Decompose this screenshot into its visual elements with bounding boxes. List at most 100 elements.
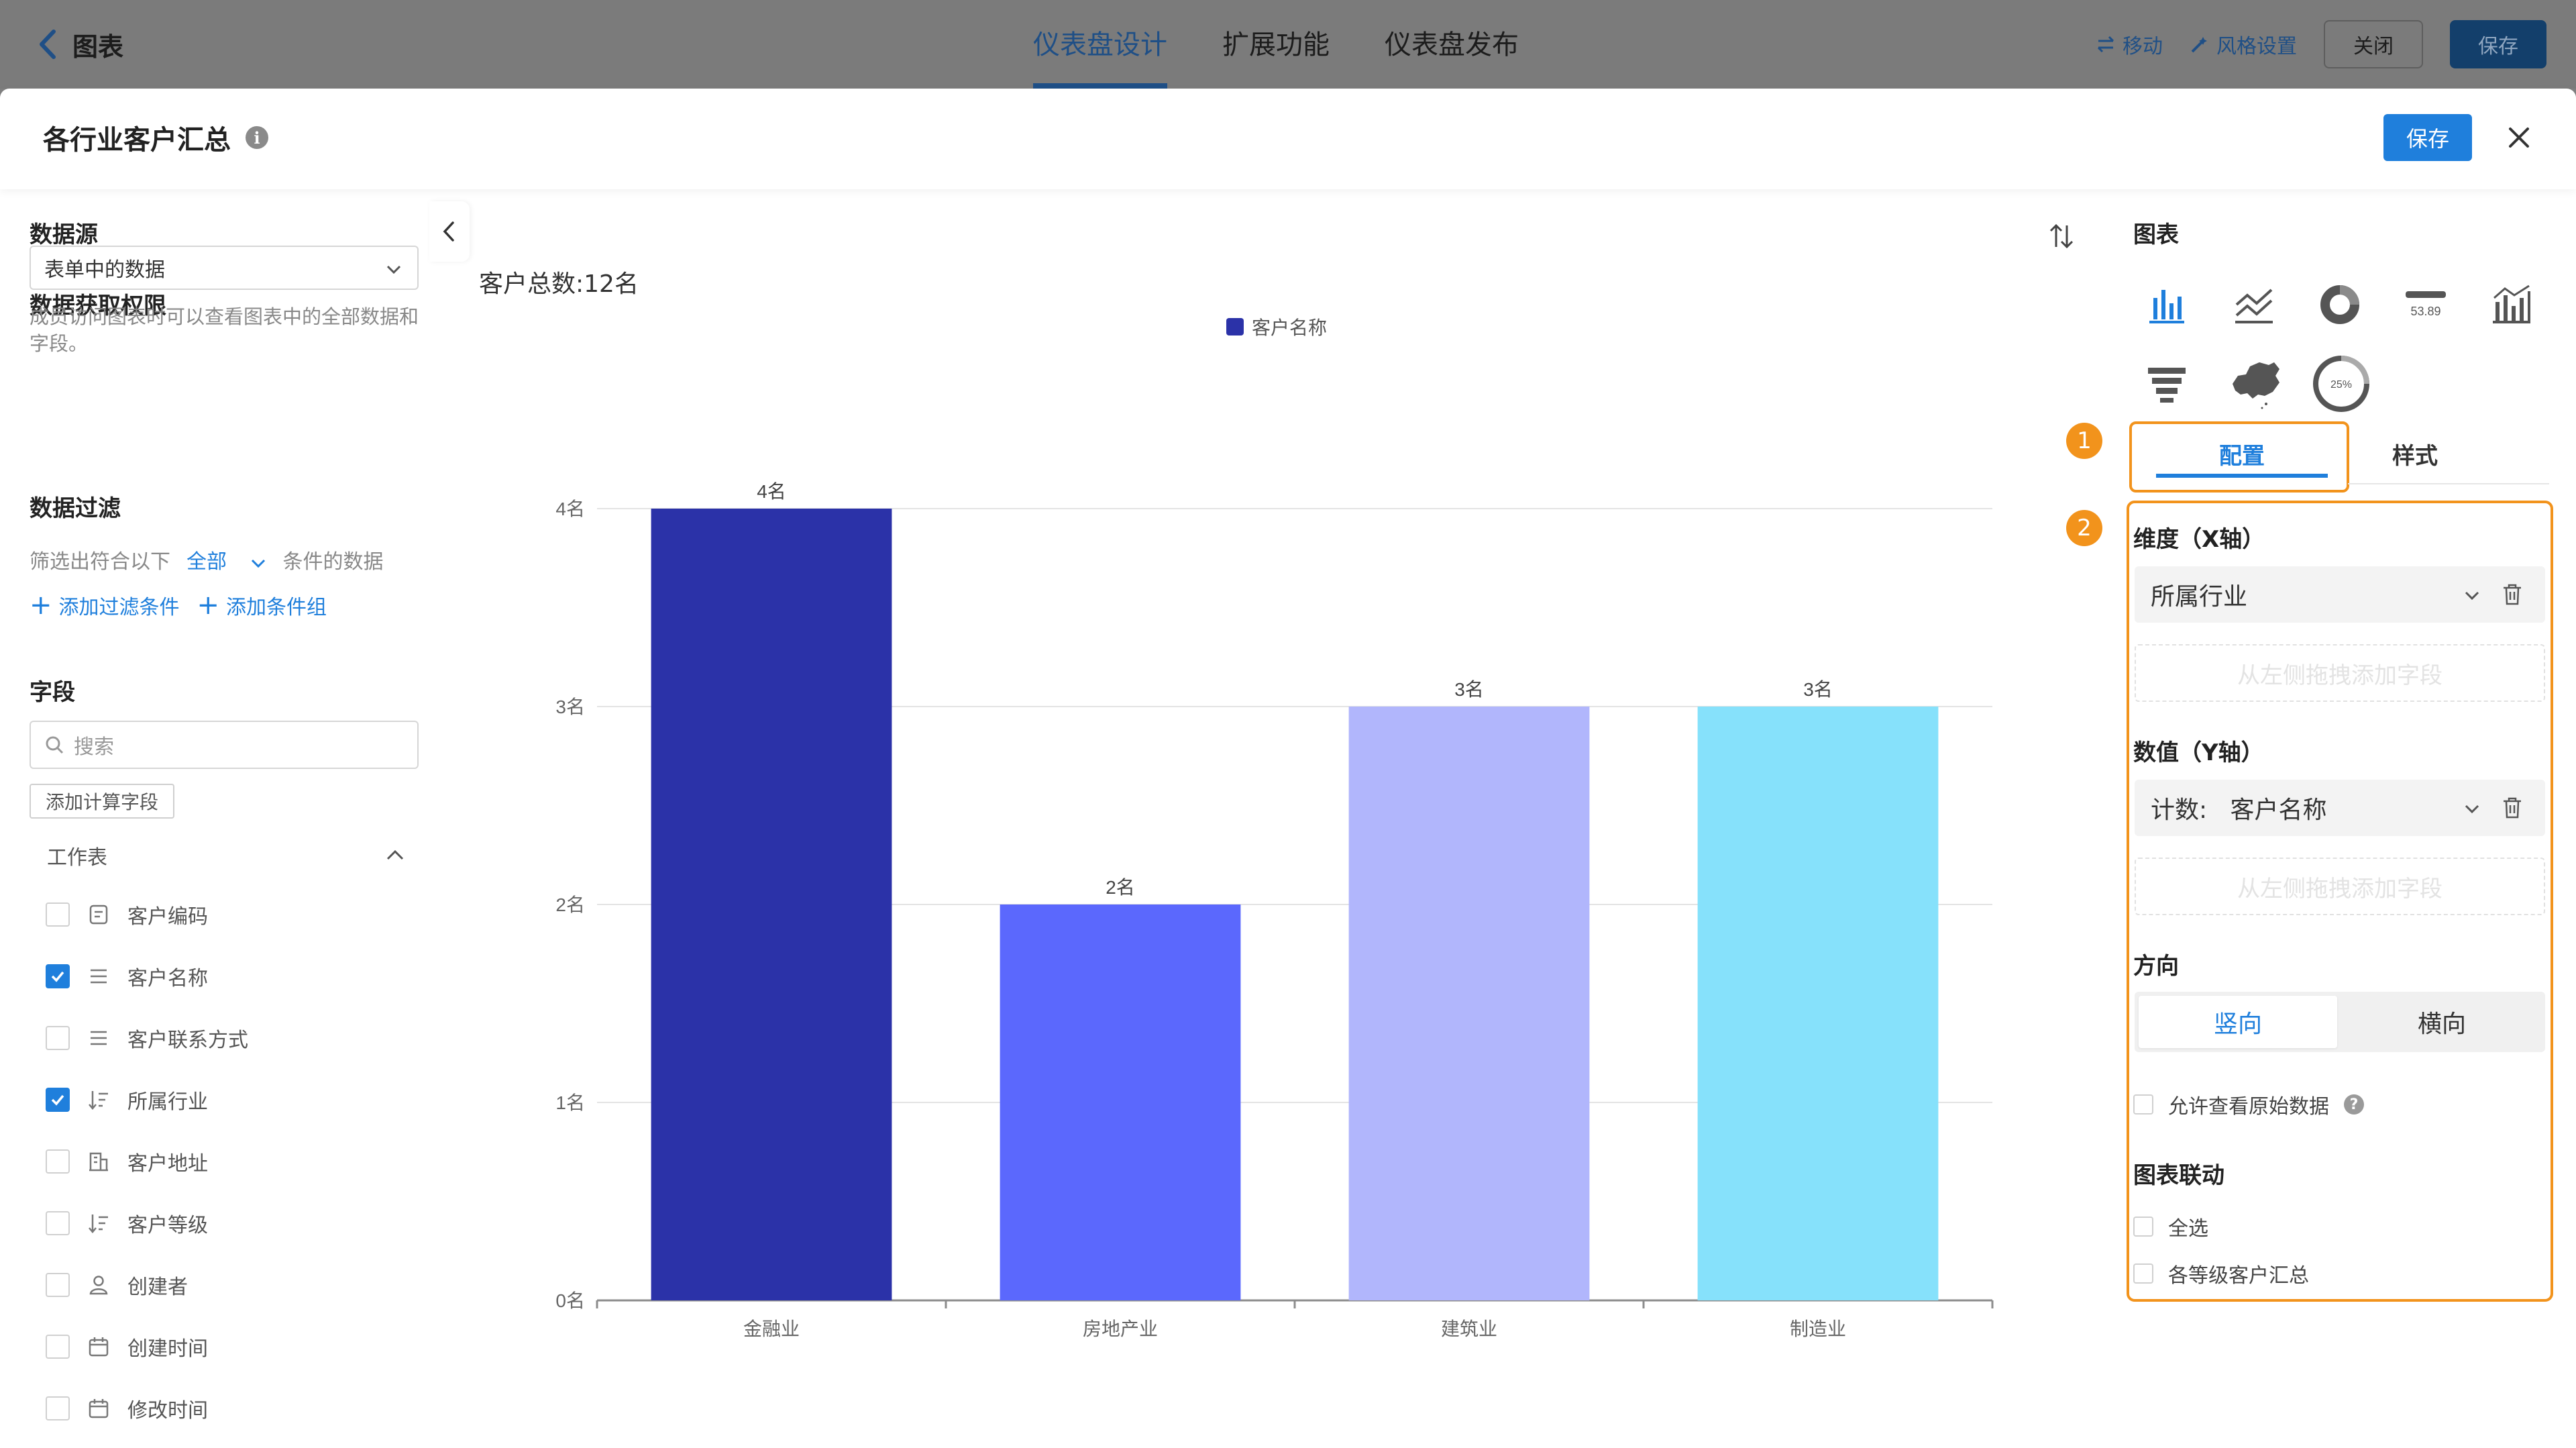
sort-list-icon — [89, 1091, 108, 1110]
x-tick-label: 房地产业 — [1083, 1318, 1158, 1339]
tab-style[interactable]: 样式 — [2355, 437, 2475, 478]
back-button[interactable]: 图表 — [38, 24, 123, 64]
field-checkbox[interactable] — [46, 1396, 70, 1420]
progress-ring-icon[interactable]: 25% — [2310, 353, 2372, 415]
line-chart-icon[interactable] — [2227, 278, 2281, 331]
field-checkbox[interactable] — [46, 1026, 70, 1050]
filter-mode-select[interactable]: 全部 — [186, 545, 267, 574]
donut-chart-icon[interactable] — [2313, 278, 2367, 331]
permission-select[interactable]: 表单中的数据 — [30, 246, 419, 290]
dimension-field[interactable]: 所属行业 — [2135, 566, 2545, 623]
close-button[interactable]: 关闭 — [2324, 20, 2423, 68]
field-label: 创建者 — [127, 1276, 188, 1299]
save-button[interactable]: 保存 — [2450, 20, 2546, 68]
select-all-checkbox[interactable] — [2133, 1217, 2153, 1237]
x-tick-label: 金融业 — [743, 1318, 800, 1339]
filter-mode-label: 全部 — [186, 550, 227, 574]
modal-save-button[interactable]: 保存 — [2383, 114, 2472, 161]
chart-name-text[interactable]: 各行业客户汇总 — [43, 118, 231, 157]
chevron-down-icon[interactable] — [2463, 800, 2481, 817]
field-checkbox[interactable] — [46, 1149, 70, 1174]
info-icon[interactable]: i — [246, 126, 268, 149]
number-card-icon[interactable]: 53.89 — [2399, 278, 2453, 331]
field-checkbox[interactable] — [46, 1211, 70, 1235]
text-lines-icon — [91, 1031, 107, 1045]
add-condition-group-button[interactable]: + 添加条件组 — [197, 590, 327, 620]
select-all-label: 全选 — [2168, 1217, 2208, 1241]
dimension-dropzone[interactable]: 从左侧拖拽添加字段 — [2135, 644, 2545, 702]
field-search-input[interactable]: 搜索 — [30, 721, 419, 769]
step-badge-1: 1 — [2066, 423, 2102, 459]
field-checkbox[interactable] — [46, 1335, 70, 1359]
funnel-chart-icon[interactable] — [2140, 356, 2194, 409]
combo-chart-icon[interactable] — [2485, 278, 2538, 331]
field-checkbox[interactable] — [46, 902, 70, 927]
add-filter-button[interactable]: + 添加过滤条件 — [30, 590, 180, 620]
chevron-down-icon[interactable] — [2463, 586, 2481, 604]
field-item[interactable]: 客户地址 — [46, 1145, 208, 1178]
filter-suffix: 条件的数据 — [282, 550, 384, 574]
tab-extensions[interactable]: 扩展功能 — [1222, 0, 1330, 89]
check-icon — [51, 971, 64, 982]
direction-toggle: 竖向 横向 — [2135, 992, 2545, 1052]
field-label: 客户地址 — [127, 1152, 208, 1176]
tab-config[interactable]: 配置 — [2156, 437, 2328, 478]
plus-icon: + — [197, 590, 220, 621]
close-icon[interactable] — [2501, 119, 2537, 156]
help-icon[interactable]: ? — [2344, 1094, 2364, 1115]
calendar-icon — [89, 1337, 109, 1357]
chevron-left-icon — [443, 221, 454, 242]
tab-dashboard-publish[interactable]: 仪表盘发布 — [1385, 0, 1519, 89]
modal-header: 各行业客户汇总 i 保存 — [0, 89, 2576, 189]
field-checkbox[interactable] — [46, 1088, 70, 1112]
bar-chart-icon[interactable] — [2140, 278, 2194, 331]
direction-vertical-button[interactable]: 竖向 — [2139, 996, 2337, 1048]
field-item[interactable]: 客户联系方式 — [46, 1021, 248, 1055]
permission-hint: 成员访问图表时可以查看图表中的全部数据和字段。 — [30, 305, 419, 355]
field-label: 创建时间 — [127, 1337, 208, 1361]
dimension-field-label: 所属行业 — [2151, 583, 2248, 611]
collapse-panel-button[interactable] — [429, 201, 470, 262]
swap-axes-icon[interactable] — [2048, 221, 2075, 251]
permission-value: 表单中的数据 — [44, 258, 165, 282]
value-dropzone[interactable]: 从左侧拖拽添加字段 — [2135, 858, 2545, 915]
china-map-icon[interactable] — [2226, 353, 2286, 413]
style-settings-button[interactable]: 风格设置 — [2190, 30, 2297, 59]
search-placeholder: 搜索 — [74, 735, 114, 759]
filter-title: 数据过滤 — [30, 495, 121, 522]
move-label: 移动 — [2123, 35, 2163, 58]
bar — [651, 509, 892, 1300]
sort-list-icon — [89, 1214, 108, 1233]
allow-raw-data-option[interactable]: 允许查看原始数据 ? — [2133, 1090, 2364, 1119]
back-label: 图表 — [72, 32, 124, 62]
tab-dashboard-design[interactable]: 仪表盘设计 — [1033, 0, 1167, 89]
trash-icon[interactable] — [2501, 796, 2524, 820]
linkage-chart-checkbox[interactable] — [2133, 1263, 2153, 1284]
value-field[interactable]: 计数: 客户名称 — [2135, 780, 2545, 836]
move-button[interactable]: 移动 — [2096, 30, 2163, 59]
field-item[interactable]: 修改时间 — [46, 1392, 208, 1425]
linkage-select-all-option[interactable]: 全选 — [2133, 1212, 2208, 1241]
worksheet-group[interactable]: 工作表 — [47, 836, 405, 875]
field-checkbox[interactable] — [46, 964, 70, 988]
chart-section-title: 图表 — [2133, 221, 2179, 248]
chevron-up-icon — [386, 849, 404, 860]
text-lines-icon — [91, 969, 107, 984]
field-item[interactable]: 客户编码 — [46, 898, 208, 931]
field-item[interactable]: 创建时间 — [46, 1330, 208, 1363]
field-item[interactable]: 客户名称 — [46, 960, 208, 993]
legend-label: 客户名称 — [1252, 317, 1327, 338]
field-item[interactable]: 创建者 — [46, 1268, 188, 1302]
add-calc-field-button[interactable]: 添加计算字段 — [30, 784, 175, 819]
field-checkbox[interactable] — [46, 1273, 70, 1297]
building-icon — [89, 1152, 108, 1172]
y-tick-label: 1名 — [555, 1092, 585, 1113]
chevron-down-icon — [251, 559, 265, 568]
allow-raw-data-checkbox[interactable] — [2133, 1094, 2153, 1115]
direction-horizontal-button[interactable]: 横向 — [2343, 996, 2541, 1048]
linkage-chart-option[interactable]: 各等级客户汇总 — [2133, 1259, 2309, 1288]
number-card-value: 53.89 — [2410, 305, 2440, 318]
field-item[interactable]: 所属行业 — [46, 1083, 208, 1117]
trash-icon[interactable] — [2501, 582, 2524, 607]
field-item[interactable]: 客户等级 — [46, 1206, 208, 1240]
